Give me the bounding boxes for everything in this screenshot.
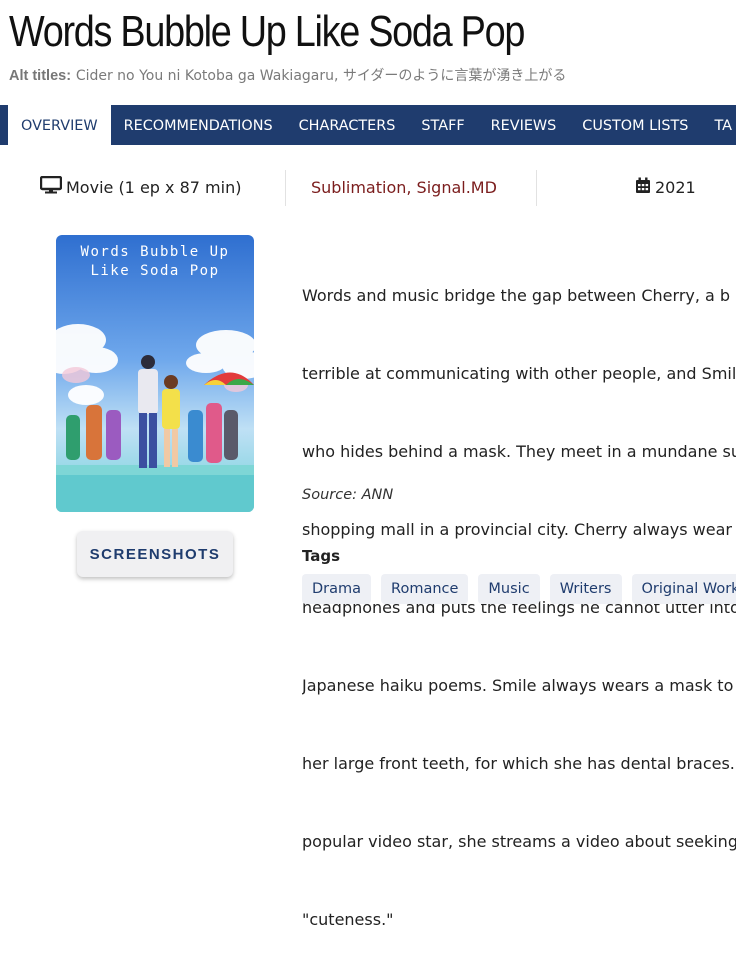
tab-reviews[interactable]: REVIEWS [478, 105, 570, 145]
synopsis-line: Words and music bridge the gap between C… [302, 283, 736, 309]
tags-heading: Tags [302, 547, 340, 565]
synopsis-line: terrible at communicating with other peo… [302, 361, 736, 387]
page-title: Words Bubble Up Like Soda Pop [9, 6, 524, 58]
info-divider [536, 170, 537, 206]
monitor-icon [40, 167, 62, 211]
tab-overview[interactable]: OVERVIEW [8, 105, 111, 145]
synopsis-line: who hides behind a mask. They meet in a … [302, 439, 736, 465]
calendar-icon [635, 167, 651, 211]
section-nav: OVERVIEW RECOMMENDATIONS CHARACTERS STAF… [0, 105, 736, 145]
year-info: 2021 [635, 166, 696, 210]
synopsis-line: "cuteness." [302, 907, 736, 933]
alt-titles-value: Cider no You ni Kotoba ga Wakiagaru, サイダ… [76, 68, 567, 84]
cover-title: Words Bubble Up Like Soda Pop [56, 243, 254, 281]
tag-music[interactable]: Music [478, 574, 539, 604]
tag-romance[interactable]: Romance [381, 574, 468, 604]
format-text: Movie (1 ep x 87 min) [66, 178, 241, 197]
tab-staff[interactable]: STAFF [408, 105, 477, 145]
year-text: 2021 [655, 178, 696, 197]
tag-list: Drama Romance Music Writers Original Wor… [302, 574, 736, 604]
synopsis-source: Source: ANN [302, 487, 393, 503]
cover-image[interactable]: Words Bubble Up Like Soda Pop [56, 235, 254, 512]
studios-link[interactable]: Sublimation, Signal.MD [311, 166, 497, 210]
tab-tags-truncated[interactable]: TA [701, 105, 736, 145]
info-divider [285, 170, 286, 206]
synopsis-line: shopping mall in a provincial city. Cher… [302, 517, 736, 543]
tab-characters[interactable]: CHARACTERS [286, 105, 409, 145]
cover-title-line: Like Soda Pop [56, 262, 254, 281]
synopsis-line: popular video star, she streams a video … [302, 829, 736, 855]
screenshots-button[interactable]: SCREENSHOTS [77, 531, 233, 577]
synopsis-line: Japanese haiku poems. Smile always wears… [302, 673, 736, 699]
alt-titles-label: Alt titles: [9, 68, 71, 84]
tag-drama[interactable]: Drama [302, 574, 371, 604]
tag-writers[interactable]: Writers [550, 574, 622, 604]
cover-title-line: Words Bubble Up [56, 243, 254, 262]
tab-custom-lists[interactable]: CUSTOM LISTS [569, 105, 701, 145]
synopsis-line: her large front teeth, for which she has… [302, 751, 736, 777]
format-info: Movie (1 ep x 87 min) [40, 166, 241, 210]
info-bar: Movie (1 ep x 87 min) Sublimation, Signa… [0, 166, 736, 210]
tab-recommendations[interactable]: RECOMMENDATIONS [111, 105, 286, 145]
tag-original-work[interactable]: Original Work [632, 574, 736, 604]
alt-titles: Alt titles: Cider no You ni Kotoba ga Wa… [9, 65, 566, 85]
